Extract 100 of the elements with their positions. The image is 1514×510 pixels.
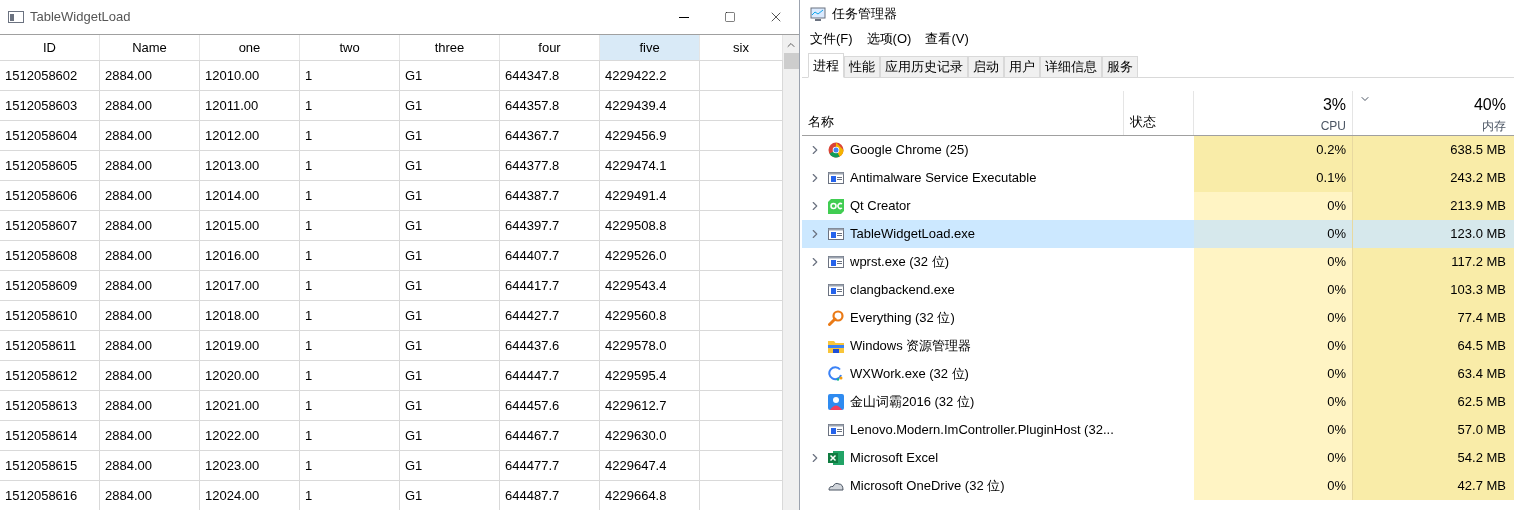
process-row[interactable]: Microsoft OneDrive (32 位) 0% 42.7 MB [802,472,1514,500]
scrollbar[interactable] [783,35,799,510]
cpu-cell: 0.1% [1194,164,1353,192]
process-row[interactable]: WXWork.exe (32 位) 0% 63.4 MB [802,360,1514,388]
memory-cell: 42.7 MB [1353,472,1514,500]
table-cell: 4229526.0 [600,241,700,270]
process-row[interactable]: Qt Creator 0% 213.9 MB [802,192,1514,220]
table-cell: 2884.00 [100,481,200,510]
process-name: Everything (32 位) [850,309,955,328]
window-title: TableWidgetLoad [30,8,131,27]
menu-item[interactable]: 文件(F) [808,29,855,49]
process-row[interactable]: wprst.exe (32 位) 0% 117.2 MB [802,248,1514,276]
table-cell: 1 [300,421,400,450]
table-cell: 4229456.9 [600,121,700,150]
table-cell: 1 [300,481,400,510]
cpu-cell: 0.2% [1194,136,1353,164]
column-header[interactable]: 名称 [808,111,834,131]
tab[interactable]: 用户 [1004,56,1040,78]
table-cell: 4229647.4 [600,451,700,480]
table-cell: 4229508.8 [600,211,700,240]
column-header[interactable]: 内存 [1482,117,1506,135]
column-header[interactable]: 状态 [1130,111,1156,131]
table-cell: 1512058609 [0,271,100,300]
cpu-cell: 0% [1194,416,1353,444]
scroll-thumb[interactable] [783,53,799,69]
process-row[interactable]: Antimalware Service Executable 0.1% 243.2 MB [802,164,1514,192]
table-cell: 12015.00 [200,211,300,240]
table-cell: 1 [300,211,400,240]
tab[interactable]: 服务 [1102,56,1138,78]
table-cell: 12017.00 [200,271,300,300]
process-name: Qt Creator [850,197,911,216]
table-cell: 4229578.0 [600,331,700,360]
process-row[interactable]: TableWidgetLoad.exe 0% 123.0 MB [802,220,1514,248]
ring-icon [828,366,844,382]
cpu-cell: 0% [1194,304,1353,332]
table-cell: G1 [400,91,500,120]
person-icon [828,394,844,410]
table-cell: 1512058603 [0,91,100,120]
memory-cell: 103.3 MB [1353,276,1514,304]
menu-item[interactable]: 选项(O) [864,29,914,49]
table-cell: G1 [400,121,500,150]
process-name: Windows 资源管理器 [850,337,972,356]
table-cell: 1512058614 [0,421,100,450]
window-icon [828,282,844,298]
tab[interactable]: 启动 [968,56,1004,78]
process-name: WXWork.exe (32 位) [850,365,969,384]
process-row[interactable]: Lenovo.Modern.ImController.PluginHost (32... 0% 57.0 MB [802,416,1514,444]
table-cell: 2884.00 [100,361,200,390]
process-name: 金山词霸2016 (32 位) [850,393,975,412]
memory-cell: 64.5 MB [1353,332,1514,360]
table-cell: 4229422.2 [600,61,700,90]
table-cell: 644487.7 [500,481,600,510]
window-icon [828,170,844,186]
table-cell: 12020.00 [200,361,300,390]
table-cell: 2884.00 [100,301,200,330]
process-row[interactable]: clangbackend.exe 0% 103.3 MB [802,276,1514,304]
table-cell: 644417.7 [500,271,600,300]
column-header[interactable]: five [600,35,700,60]
memory-cell: 638.5 MB [1353,136,1514,164]
qt-icon [828,198,844,214]
table-cell: 644467.7 [500,421,600,450]
process-row[interactable]: Everything (32 位) 0% 77.4 MB [802,304,1514,332]
cpu-cell: 0% [1194,276,1353,304]
tab[interactable]: 应用历史记录 [880,56,968,78]
tab[interactable]: 详细信息 [1040,56,1102,78]
menu-item[interactable]: 查看(V) [923,29,971,49]
table-cell: 4229474.1 [600,151,700,180]
process-row[interactable]: 金山词霸2016 (32 位) 0% 62.5 MB [802,388,1514,416]
table-cell: G1 [400,151,500,180]
table-cell: 12023.00 [200,451,300,480]
table-cell: 2884.00 [100,151,200,180]
spreadsheet-icon [828,450,844,466]
tab[interactable]: 进程 [808,53,844,78]
table-cell: 1512058613 [0,391,100,420]
folder-icon [828,338,844,354]
process-row[interactable]: Microsoft Excel 0% 54.2 MB [802,444,1514,472]
process-name: wprst.exe (32 位) [850,253,949,272]
process-row[interactable]: Windows 资源管理器 0% 64.5 MB [802,332,1514,360]
memory-total: 40% [1473,95,1506,115]
table-cell: 1 [300,361,400,390]
table-cell: 4229543.4 [600,271,700,300]
table-cell: G1 [400,181,500,210]
table-cell: 1 [300,151,400,180]
window-icon [828,226,844,242]
chrome-icon [828,142,844,158]
table-cell: 1 [300,451,400,480]
table-cell: 1 [300,121,400,150]
memory-cell: 54.2 MB [1353,444,1514,472]
table-cell: 1512058605 [0,151,100,180]
memory-cell: 117.2 MB [1353,248,1514,276]
table-cell: 1512058606 [0,181,100,210]
monitor-icon [810,6,826,22]
process-name: TableWidgetLoad.exe [850,225,976,244]
process-name: Google Chrome (25) [850,141,969,160]
tab[interactable]: 性能 [844,56,880,78]
column-header[interactable]: CPU [1320,117,1346,135]
table-cell: 644437.6 [500,331,600,360]
table-cell: 12011.00 [200,91,300,120]
table-cell: 12012.00 [200,121,300,150]
process-row[interactable]: Google Chrome (25) 0.2% 638.5 MB [802,136,1514,164]
